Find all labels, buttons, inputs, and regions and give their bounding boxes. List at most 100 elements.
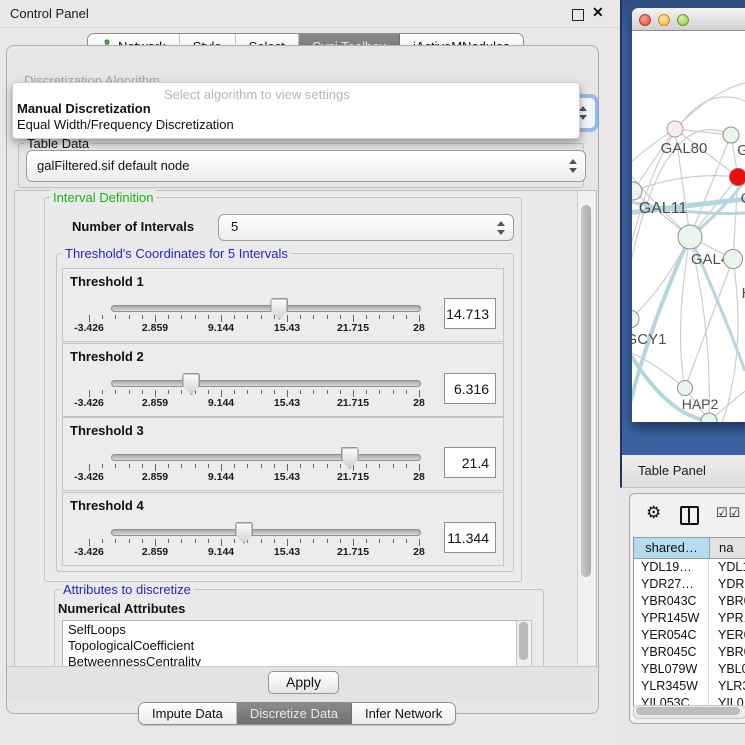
slider-tick: [208, 464, 209, 468]
slider-track[interactable]: [111, 529, 421, 536]
threshold-value-field[interactable]: 11.344: [444, 522, 496, 553]
table-row[interactable]: YPR145WYPR1: [634, 610, 745, 627]
network-node-gal80[interactable]: [667, 121, 683, 137]
slider-tick: [221, 539, 222, 546]
gear-icon[interactable]: ⚙: [646, 503, 661, 523]
network-node[interactable]: [701, 413, 717, 422]
slider-handle[interactable]: [182, 373, 200, 395]
table-row[interactable]: YDR27…YDR2: [634, 576, 745, 593]
cell-name[interactable]: YBR0: [709, 644, 745, 661]
slider-track[interactable]: [111, 454, 421, 461]
cell-name[interactable]: YLR3: [709, 678, 745, 695]
slider-tick: [300, 315, 301, 319]
network-node-gcy1[interactable]: [632, 310, 639, 328]
slider-tick-label: 2.859: [142, 322, 168, 334]
cell-shared-name[interactable]: YBR045C: [634, 644, 709, 661]
attribute-list-item[interactable]: SelfLoops: [63, 621, 517, 637]
table-row[interactable]: YBR043CYBR0: [634, 593, 745, 610]
table-horizontal-scrollbar-thumb[interactable]: [636, 707, 740, 715]
network-node-hap2[interactable]: [678, 381, 693, 396]
cell-name[interactable]: YPR1: [709, 610, 745, 627]
slider-tick-label: -3.426: [74, 397, 104, 409]
slider-tick: [168, 390, 169, 394]
slider-tick: [419, 464, 420, 471]
table-row[interactable]: YBR045CYBR0: [634, 644, 745, 661]
network-canvas[interactable]: GAL80GACGAL11GAL4HGCY1HAP2: [632, 31, 745, 422]
window-minimize-icon[interactable]: [658, 14, 670, 26]
cell-name[interactable]: YBR0: [709, 593, 745, 610]
slider-track[interactable]: [111, 305, 421, 312]
slider-handle[interactable]: [341, 447, 359, 469]
slider-track[interactable]: [111, 380, 421, 387]
cell-shared-name[interactable]: YDL19…: [634, 559, 709, 576]
split-columns-icon[interactable]: [680, 506, 699, 525]
number-of-intervals-combobox[interactable]: 5: [218, 214, 514, 241]
network-node-ga[interactable]: [723, 127, 739, 143]
table-row[interactable]: YER054CYER0: [634, 627, 745, 644]
algorithm-option[interactable]: Manual Discretization: [17, 101, 151, 116]
window-close-icon[interactable]: [639, 14, 651, 26]
slider-tick: [115, 464, 116, 468]
threshold-value-field[interactable]: 14.713: [444, 298, 496, 329]
cell-shared-name[interactable]: YLR345W: [634, 678, 709, 695]
cell-name[interactable]: YBL0: [709, 661, 745, 678]
tab-infer-network[interactable]: Infer Network: [352, 703, 455, 724]
slider-tick: [300, 390, 301, 394]
table-row[interactable]: YLR345WYLR3: [634, 678, 745, 695]
slider-tick: [406, 539, 407, 543]
slider-tick: [340, 539, 341, 543]
slider-tick: [155, 390, 156, 397]
threshold-value-field[interactable]: 21.4: [444, 447, 496, 478]
cell-shared-name[interactable]: YPR145W: [634, 610, 709, 627]
settings-vertical-scrollbar-thumb[interactable]: [581, 205, 591, 577]
slider-handle[interactable]: [235, 522, 253, 544]
table-data-combobox[interactable]: galFiltered.sif default node: [26, 150, 586, 182]
cell-name[interactable]: YDR2: [709, 576, 745, 593]
float-panel-icon[interactable]: [572, 9, 584, 21]
slider-tick: [366, 315, 367, 319]
tab-discretize-data[interactable]: Discretize Data: [237, 703, 352, 724]
attribute-list-item[interactable]: TopologicalCoefficient: [63, 637, 517, 653]
slider-tick: [353, 539, 354, 546]
slider-tick-label: 15.43: [274, 322, 300, 334]
network-edge[interactable]: [675, 83, 745, 129]
slider-tick: [366, 390, 367, 394]
cell-shared-name[interactable]: YBL079W: [634, 661, 709, 678]
slider-tick: [89, 539, 90, 546]
threshold-value-field[interactable]: 6.316: [444, 373, 496, 404]
interval-definition-group-label: Interval Definition: [50, 190, 156, 205]
network-edge[interactable]: [633, 129, 675, 191]
column-header-name[interactable]: na: [710, 538, 745, 558]
cell-shared-name[interactable]: YDR27…: [634, 576, 709, 593]
slider-tick: [274, 539, 275, 543]
slider-tick-label: -3.426: [74, 546, 104, 558]
table-row[interactable]: YBL079WYBL0: [634, 661, 745, 678]
network-window-titlebar[interactable]: [632, 8, 745, 31]
slider-tick-label: 15.43: [274, 471, 300, 483]
node-table: shared… na YDL19…YDL1YDR27…YDR2YBR043CYB…: [633, 537, 745, 707]
network-node-gal4[interactable]: [678, 225, 702, 249]
slider-tick: [155, 464, 156, 471]
number-of-intervals-value: 5: [231, 219, 238, 234]
window-zoom-icon[interactable]: [677, 14, 689, 26]
algorithm-option[interactable]: Equal Width/Frequency Discretization: [17, 117, 234, 132]
cell-shared-name[interactable]: YBR043C: [634, 593, 709, 610]
network-node-label: HAP2: [682, 396, 719, 412]
numerical-attributes-list[interactable]: SelfLoopsTopologicalCoefficientBetweenne…: [62, 620, 518, 668]
checkbox-filter-icons[interactable]: ☑☑: [716, 505, 741, 521]
column-header-shared-name[interactable]: shared…: [634, 538, 710, 558]
slider-tick: [313, 390, 314, 394]
table-row[interactable]: YDL19…YDL1: [634, 559, 745, 576]
cell-shared-name[interactable]: YER054C: [634, 627, 709, 644]
attributes-list-scrollbar-thumb[interactable]: [519, 622, 528, 660]
apply-button[interactable]: Apply: [268, 671, 339, 694]
network-node-c[interactable]: [730, 169, 745, 186]
network-edge[interactable]: [633, 176, 738, 191]
slider-tick-label: 9.144: [208, 471, 234, 483]
close-panel-icon[interactable]: ✕: [592, 4, 604, 21]
cell-name[interactable]: YER0: [709, 627, 745, 644]
cell-name[interactable]: YDL1: [709, 559, 745, 576]
tab-impute-data[interactable]: Impute Data: [139, 703, 237, 724]
threshold-label: Threshold 3: [70, 423, 144, 438]
network-node-h[interactable]: [724, 250, 743, 269]
